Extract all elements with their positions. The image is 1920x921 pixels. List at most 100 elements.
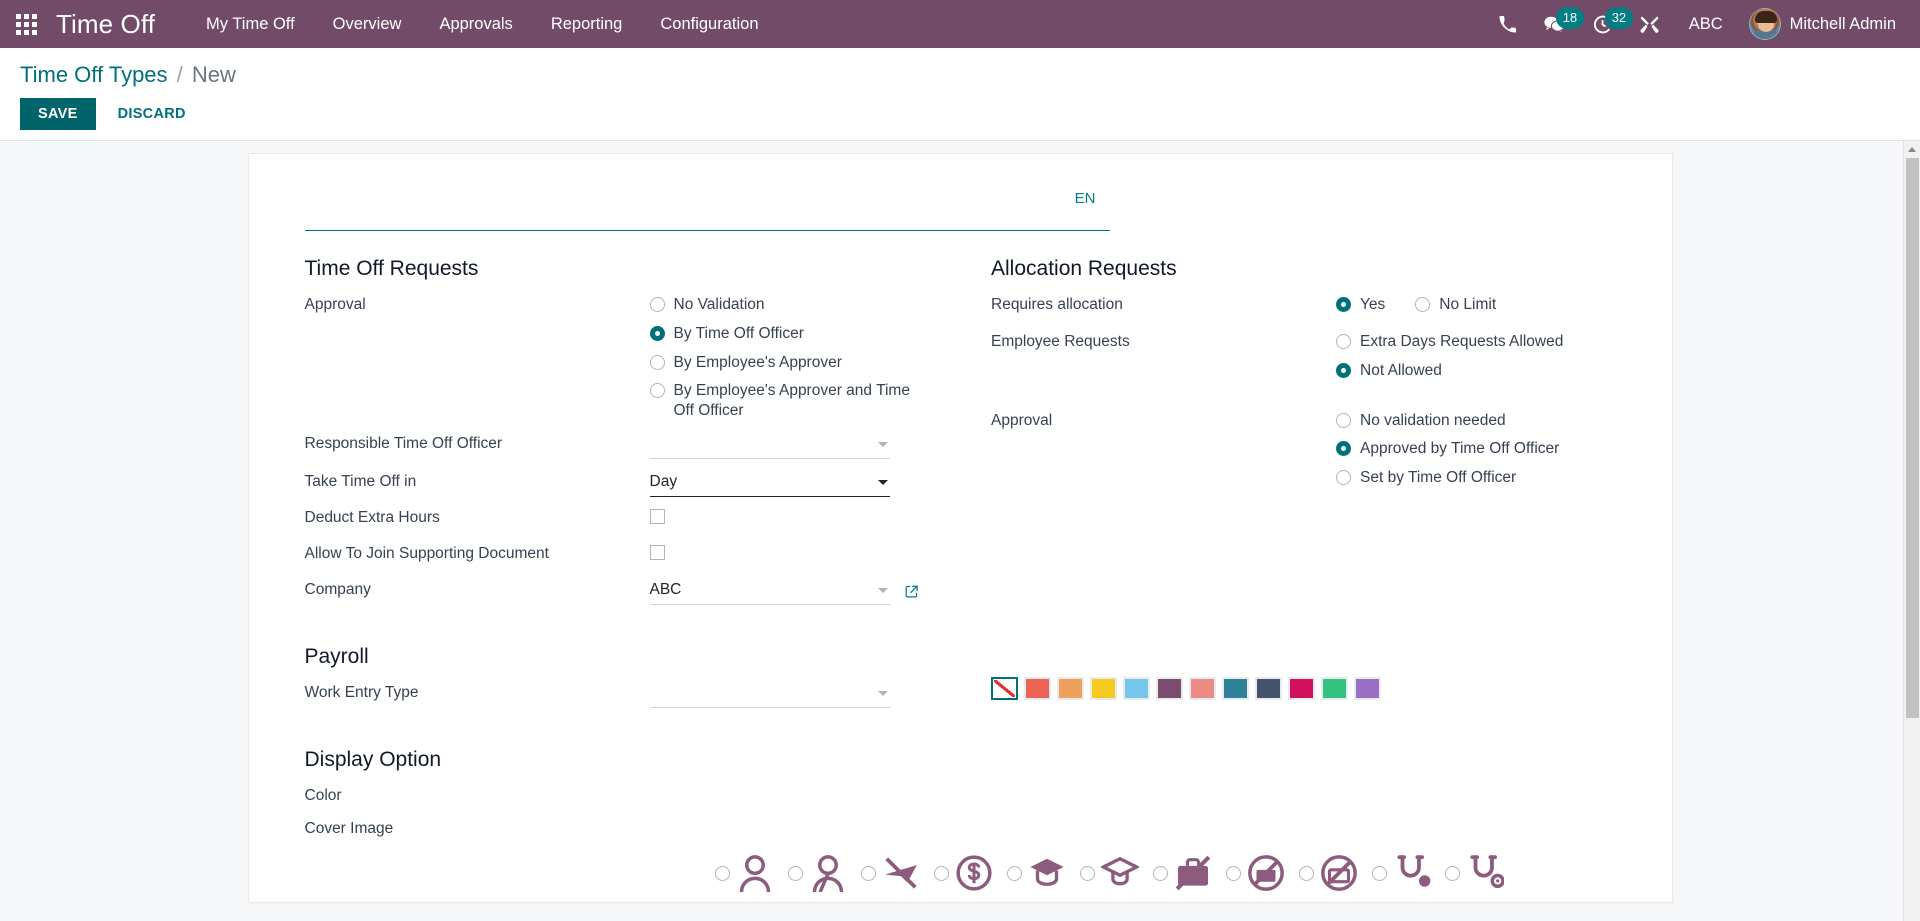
radio-dot-cover-money-circle-icon[interactable] <box>933 865 949 881</box>
apps-grid-icon[interactable] <box>0 0 52 48</box>
work-entry-type-value <box>650 693 878 695</box>
color-swatch-green[interactable] <box>1321 677 1348 701</box>
radio-dot-cover-graduation-cap-alt-icon[interactable] <box>1079 865 1095 881</box>
radio-requires-allocation-yes[interactable]: Yes <box>1336 295 1385 315</box>
radio-dot-cover-briefcase-slash-icon[interactable] <box>1152 865 1168 881</box>
radio-extra-days-requests-allowed[interactable]: Extra Days Requests Allowed <box>1336 332 1616 352</box>
radio-dot-cover-person-icon[interactable] <box>714 865 730 881</box>
radio-dot-set-by-time-off-officer[interactable] <box>1336 470 1351 486</box>
color-swatch-purple[interactable] <box>1156 677 1183 701</box>
radio-approved-by-time-off-officer[interactable]: Approved by Time Off Officer <box>1336 439 1616 459</box>
color-swatch-red[interactable] <box>1024 677 1051 701</box>
user-menu[interactable]: Mitchell Admin <box>1739 0 1902 48</box>
radio-dot-no-validation-needed[interactable] <box>1336 412 1351 428</box>
color-swatch-navy-slate[interactable] <box>1255 677 1282 701</box>
radio-set-by-time-off-officer[interactable]: Set by Time Off Officer <box>1336 468 1616 488</box>
external-link-icon[interactable] <box>904 584 919 599</box>
take-time-off-in-select[interactable]: Day <box>649 469 890 498</box>
color-swatch-teal[interactable] <box>1222 677 1249 701</box>
field-approval-time-off: Approval No Validation By Time Off Offic… <box>305 291 930 421</box>
allow-supporting-document-checkbox[interactable] <box>649 545 665 561</box>
radio-no-validation-needed[interactable]: No validation needed <box>1336 411 1616 431</box>
cover-image-option-6[interactable] <box>1152 854 1212 892</box>
radio-by-approver-and-officer[interactable]: By Employee's Approver and Time Off Offi… <box>649 381 930 421</box>
radio-dot-by-approver-and-officer[interactable] <box>649 383 665 399</box>
radio-not-allowed[interactable]: Not Allowed <box>1336 361 1616 381</box>
cover-image-option-4[interactable] <box>1006 854 1066 892</box>
language-badge[interactable]: EN <box>1075 190 1096 207</box>
radio-dot-cover-no-briefcase-circle-alt-icon[interactable] <box>1298 865 1314 881</box>
radio-dot-cover-stethoscope-alt-icon[interactable] <box>1444 865 1460 881</box>
phone-icon[interactable] <box>1485 0 1530 48</box>
no-briefcase-circle-alt-icon <box>1320 854 1358 892</box>
color-swatch-no-color[interactable] <box>991 677 1018 701</box>
radio-dot-cover-no-briefcase-circle-icon[interactable] <box>1225 865 1241 881</box>
menu-reporting[interactable]: Reporting <box>532 0 642 48</box>
chevron-down-icon[interactable] <box>877 691 888 697</box>
color-swatch-violet[interactable] <box>1354 677 1381 701</box>
menu-configuration[interactable]: Configuration <box>641 0 777 48</box>
radio-dot-cover-plane-slash-icon[interactable] <box>860 865 876 881</box>
radio-dot-by-time-off-officer[interactable] <box>649 325 665 341</box>
cover-image-option-2[interactable] <box>860 854 920 892</box>
radio-by-employees-approver[interactable]: By Employee's Approver <box>649 353 930 373</box>
radio-dot-no-limit[interactable] <box>1415 297 1431 312</box>
cover-image-option-8[interactable] <box>1298 854 1358 892</box>
chevron-down-icon[interactable] <box>877 480 888 486</box>
cover-image-option-9[interactable] <box>1371 854 1431 892</box>
deduct-extra-hours-checkbox[interactable] <box>649 509 665 525</box>
name-input[interactable] <box>304 186 1110 222</box>
responsible-officer-select[interactable] <box>649 431 890 460</box>
radio-dot-not-allowed[interactable] <box>1336 362 1351 378</box>
radio-dot-yes[interactable] <box>1336 297 1351 312</box>
company-select[interactable]: ABC <box>649 577 890 606</box>
cover-image-option-1[interactable] <box>787 854 847 893</box>
cover-image-option-7[interactable] <box>1225 854 1285 892</box>
cover-image-option-10[interactable] <box>1444 854 1504 892</box>
app-brand-title[interactable]: Time Off <box>52 9 165 40</box>
company-switcher[interactable]: ABC <box>1673 0 1739 48</box>
messages-icon[interactable]: 18 <box>1530 0 1585 48</box>
color-swatch-yellow[interactable] <box>1090 677 1117 701</box>
radio-dot-cover-person-alt-icon[interactable] <box>787 865 803 881</box>
menu-my-time-off[interactable]: My Time Off <box>187 0 314 48</box>
radio-no-validation[interactable]: No Validation <box>649 295 930 315</box>
record-name-field[interactable]: EN <box>304 180 1110 231</box>
color-swatch-light-blue[interactable] <box>1123 677 1150 701</box>
chevron-down-icon[interactable] <box>877 588 888 594</box>
plane-slash-icon <box>882 854 920 892</box>
label-employee-requests: Employee Requests <box>991 333 1130 350</box>
menu-overview[interactable]: Overview <box>314 0 421 48</box>
cover-image-option-3[interactable] <box>933 854 993 892</box>
radio-dot-approved-by-time-off-officer[interactable] <box>1336 441 1351 457</box>
save-button[interactable]: SAVE <box>20 98 96 130</box>
radio-requires-allocation-no-limit[interactable]: No Limit <box>1415 295 1496 315</box>
vertical-scrollbar[interactable] <box>1903 141 1920 921</box>
scroll-up-arrow-icon[interactable] <box>1904 141 1920 158</box>
radio-dot-extra-days-requests-allowed[interactable] <box>1336 334 1351 349</box>
scrollbar-thumb[interactable] <box>1906 158 1919 718</box>
radio-dot-cover-graduation-cap-icon[interactable] <box>1006 865 1022 881</box>
cover-image-option-0[interactable] <box>714 854 774 893</box>
label-requires-allocation: Requires allocation <box>991 296 1123 313</box>
radio-dot-by-employees-approver[interactable] <box>649 354 665 370</box>
discard-button[interactable]: DISCARD <box>100 98 204 130</box>
clock-activity-icon[interactable]: 32 <box>1579 0 1634 48</box>
menu-approvals[interactable]: Approvals <box>420 0 531 48</box>
label-deduct-extra-hours: Deduct Extra Hours <box>304 509 440 527</box>
graduation-cap-icon <box>1028 854 1066 892</box>
cover-image-option-5[interactable] <box>1079 854 1139 892</box>
breadcrumb-root-link[interactable]: Time Off Types <box>20 62 168 87</box>
wrench-tools-icon[interactable] <box>1626 0 1673 48</box>
radio-dot-no-validation[interactable] <box>649 297 665 312</box>
chevron-down-icon[interactable] <box>877 442 888 448</box>
field-requires-allocation: Requires allocation Yes No Limit <box>991 291 1616 320</box>
color-swatch-orange[interactable] <box>1057 677 1084 701</box>
color-swatch-salmon[interactable] <box>1189 677 1216 701</box>
radio-dot-cover-stethoscope-icon[interactable] <box>1371 865 1387 881</box>
color-swatch-magenta[interactable] <box>1288 677 1315 701</box>
radio-by-time-off-officer[interactable]: By Time Off Officer <box>649 324 930 344</box>
field-color: Color <box>305 782 930 811</box>
work-entry-type-select[interactable] <box>649 680 890 709</box>
field-allocation-approval: Approval No validation needed Approved b… <box>991 407 1616 488</box>
